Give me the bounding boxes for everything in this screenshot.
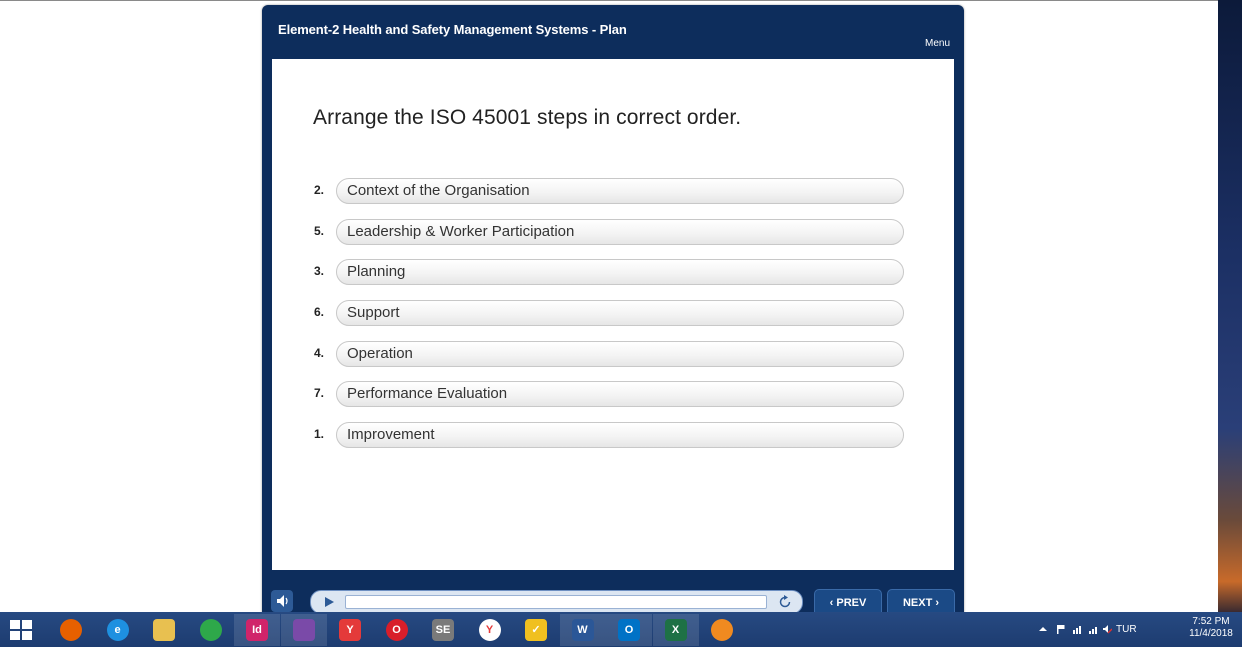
taskbar-app-file-explorer[interactable]	[141, 614, 187, 646]
draggable-pill[interactable]: Planning	[336, 259, 904, 285]
yandex-browser-icon: Y	[478, 619, 501, 641]
chevron-up-icon[interactable]	[1038, 624, 1048, 634]
chrome-icon	[199, 619, 222, 641]
volume-muted-icon[interactable]	[1102, 624, 1112, 634]
slide-content: Arrange the ISO 45001 steps in correct o…	[272, 59, 954, 570]
item-number: 4.	[314, 346, 325, 360]
seekbar	[310, 590, 803, 614]
item-label: Support	[347, 304, 400, 321]
taskbar-app-chrome[interactable]	[188, 614, 234, 646]
draggable-pill[interactable]: Context of the Organisation	[336, 178, 904, 204]
ie-icon: e	[106, 619, 129, 641]
taskbar-app-firefox[interactable]	[48, 614, 94, 646]
clock[interactable]: 7:52 PM 11/4/2018	[1186, 616, 1236, 640]
se-icon: SE	[432, 619, 454, 641]
item-number: 6.	[314, 305, 325, 319]
item-label: Planning	[347, 263, 406, 280]
sequence-item[interactable]: 2. Context of the Organisation	[314, 178, 914, 204]
taskbar-app-save-app[interactable]	[280, 614, 327, 646]
item-label: Operation	[347, 345, 413, 362]
desktop-wallpaper-strip	[1218, 0, 1242, 612]
item-number: 3.	[314, 264, 325, 278]
taskbar: e Id Y O SE Y ✓ W O X TUR 7:52 PM 11/4/2018	[0, 612, 1242, 647]
outlook-icon: O	[618, 619, 640, 641]
item-number: 1.	[314, 427, 325, 441]
sequence-item[interactable]: 6. Support	[314, 300, 914, 326]
sequence-item[interactable]: 1. Improvement	[314, 422, 914, 448]
taskbar-app-norton[interactable]: ✓	[513, 614, 559, 646]
item-label: Performance Evaluation	[347, 385, 508, 402]
taskbar-app-word[interactable]: W	[559, 614, 606, 646]
player-app-icon	[711, 619, 733, 641]
play-icon[interactable]	[323, 596, 335, 608]
volume-button[interactable]	[271, 590, 293, 612]
checkmark-icon: ✓	[525, 619, 547, 641]
course-title: Element-2 Health and Safety Management S…	[278, 22, 627, 37]
taskbar-app-se-app[interactable]: SE	[420, 614, 466, 646]
speaker-icon	[277, 595, 288, 607]
network-icon[interactable]	[1072, 624, 1082, 634]
taskbar-app-yandex[interactable]: Y	[327, 614, 373, 646]
firefox-icon	[60, 619, 82, 641]
draggable-pill[interactable]: Leadership & Worker Participation	[336, 219, 904, 245]
taskbar-app-excel[interactable]: X	[652, 614, 699, 646]
item-label: Context of the Organisation	[347, 182, 530, 199]
windows-start-icon[interactable]	[10, 620, 32, 640]
sequence-item[interactable]: 7. Performance Evaluation	[314, 381, 914, 407]
course-player: Element-2 Health and Safety Management S…	[262, 5, 964, 628]
taskbar-app-player[interactable]	[699, 614, 745, 646]
item-number: 2.	[314, 183, 325, 197]
sequence-item[interactable]: 4. Operation	[314, 341, 914, 367]
taskbar-app-outlook[interactable]: O	[606, 614, 652, 646]
draggable-pill[interactable]: Performance Evaluation	[336, 381, 904, 407]
flag-icon[interactable]	[1056, 624, 1066, 634]
draggable-pill[interactable]: Support	[336, 300, 904, 326]
item-number: 7.	[314, 386, 325, 400]
question-text: Arrange the ISO 45001 steps in correct o…	[313, 106, 742, 129]
taskbar-app-opera[interactable]: O	[374, 614, 420, 646]
indesign-icon: Id	[246, 619, 268, 641]
opera-icon: O	[385, 619, 408, 641]
taskbar-app-indesign[interactable]: Id	[234, 614, 280, 646]
draggable-pill[interactable]: Improvement	[336, 422, 904, 448]
signal-icon[interactable]	[1088, 624, 1098, 634]
window-top-edge	[0, 0, 1218, 1]
item-label: Improvement	[347, 426, 435, 443]
clock-date: 11/4/2018	[1189, 628, 1233, 639]
item-number: 5.	[314, 224, 325, 238]
menu-link[interactable]: Menu	[925, 38, 950, 49]
sequence-item[interactable]: 3. Planning	[314, 259, 914, 285]
item-label: Leadership & Worker Participation	[347, 223, 575, 240]
floppy-icon	[292, 619, 315, 641]
sequence-item[interactable]: 5. Leadership & Worker Participation	[314, 219, 914, 245]
word-icon: W	[571, 619, 594, 641]
taskbar-app-internet-explorer[interactable]: e	[95, 614, 141, 646]
taskbar-app-yandex-browser[interactable]: Y	[467, 614, 513, 646]
language-indicator[interactable]: TUR	[1116, 624, 1137, 635]
clock-time: 7:52 PM	[1192, 616, 1230, 627]
yandex-icon: Y	[339, 619, 361, 641]
excel-icon: X	[664, 619, 687, 641]
folder-icon	[153, 619, 175, 641]
replay-icon[interactable]	[777, 594, 793, 610]
draggable-pill[interactable]: Operation	[336, 341, 904, 367]
progress-track[interactable]	[345, 595, 767, 609]
